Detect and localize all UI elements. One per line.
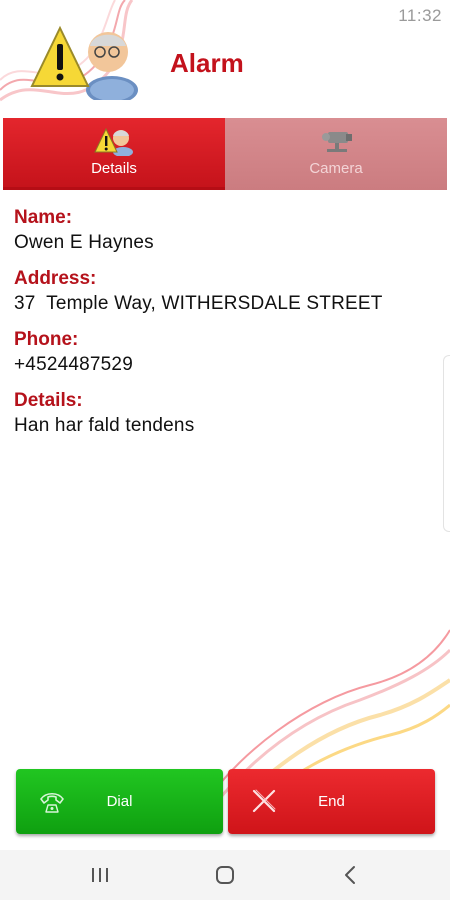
tab-bar: Details Camera bbox=[3, 118, 447, 190]
alarm-details: Name: Owen E Haynes Address: 37 Temple W… bbox=[14, 206, 434, 450]
system-navigation-bar bbox=[0, 850, 450, 900]
alarm-elderly-warning-icon bbox=[30, 25, 138, 100]
end-label: End bbox=[318, 793, 345, 810]
address-value: 37 Temple Way, WITHERSDALE STREET bbox=[14, 293, 383, 314]
recent-apps-icon[interactable] bbox=[80, 862, 120, 888]
name-field: Name: Owen E Haynes bbox=[14, 206, 434, 257]
dial-button[interactable]: Dial bbox=[16, 769, 223, 834]
action-buttons: Dial End bbox=[16, 769, 435, 834]
address-field: Address: 37 Temple Way, WITHERSDALE STRE… bbox=[14, 267, 434, 318]
details-label: Details: bbox=[14, 390, 83, 411]
home-icon[interactable] bbox=[205, 862, 245, 888]
page-title: Alarm bbox=[170, 48, 244, 78]
tab-camera-label: Camera bbox=[309, 160, 363, 177]
dial-label: Dial bbox=[106, 793, 133, 810]
security-camera-icon bbox=[322, 132, 352, 152]
active-tab-indicator bbox=[3, 187, 225, 190]
tab-details[interactable]: Details bbox=[3, 118, 225, 190]
phone-label: Phone: bbox=[14, 329, 79, 350]
back-icon[interactable] bbox=[330, 862, 370, 888]
name-value: Owen E Haynes bbox=[14, 232, 154, 253]
details-field: Details: Han har fald tendens bbox=[14, 389, 434, 440]
details-value: Han har fald tendens bbox=[14, 415, 195, 436]
details-warning-person-icon bbox=[94, 127, 133, 156]
header: Alarm bbox=[0, 0, 450, 118]
address-label: Address: bbox=[14, 268, 97, 289]
phone-value: +4524487529 bbox=[14, 354, 133, 375]
end-button[interactable]: End bbox=[228, 769, 435, 834]
phone-field: Phone: +4524487529 bbox=[14, 328, 434, 379]
tab-camera[interactable]: Camera bbox=[225, 118, 447, 190]
name-label: Name: bbox=[14, 207, 73, 228]
scroll-edge-indicator bbox=[443, 355, 450, 532]
tab-details-label: Details bbox=[91, 160, 137, 177]
